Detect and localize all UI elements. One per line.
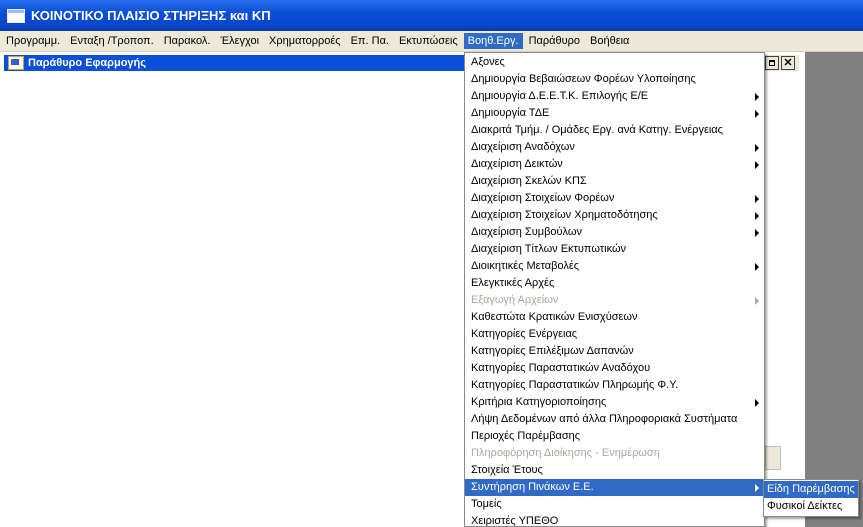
menu-item-20[interactable]: Κριτήρια Κατηγοριοποίησης (465, 394, 764, 411)
menu-item-7[interactable]: Διαχείριση Σκελών ΚΠΣ (465, 173, 764, 190)
menu-item-label: Κατηγορίες Ενέργειας (471, 328, 578, 340)
submenu-arrow-icon (755, 297, 759, 305)
menu-item-11[interactable]: Διαχείριση Τίτλων Εκτυπωτικών (465, 241, 764, 258)
scrollbar-fragment[interactable] (765, 446, 781, 470)
submenu-arrow-icon (755, 161, 759, 169)
menu-item-label: Στοιχεία Έτους (471, 464, 543, 476)
menu-item-label: Δημιουργία Βεβαιώσεων Φορέων Υλοποίησης (471, 73, 696, 85)
menu-item-label: Περιοχές Παρέμβασης (471, 430, 581, 442)
menu-item-3[interactable]: Δημιουργία ΤΔΕ (465, 105, 764, 122)
menubar-item-6[interactable]: Εκτυπώσεις (395, 33, 462, 49)
menubar-item-4[interactable]: Χρηματορροές (265, 33, 345, 49)
menu-item-label: Κατηγορίες Παραστατικών Αναδόχου (471, 362, 651, 374)
menu-item-26[interactable]: Τομείς (465, 496, 764, 513)
menubar-item-2[interactable]: Παρακολ. (160, 33, 215, 49)
menu-item-label: Δημιουργία Δ.Ε.Ε.Τ.Κ. Επιλογής Ε/Ε (471, 90, 649, 102)
menu-item-16[interactable]: Κατηγορίες Ενέργειας (465, 326, 764, 343)
menu-item-label: Κατηγορίες Παραστατικών Πληρωμής Φ.Υ. (471, 379, 679, 391)
menu-item-4[interactable]: Διακριτά Τμήμ. / Ομάδες Εργ. ανά Κατηγ. … (465, 122, 764, 139)
submenu-arrow-icon (755, 484, 759, 492)
menu-item-label: Τομείς (471, 498, 502, 510)
restore-window-button[interactable] (765, 56, 779, 70)
menubar-item-9[interactable]: Βοήθεια (586, 33, 633, 49)
menu-item-19[interactable]: Κατηγορίες Παραστατικών Πληρωμής Φ.Υ. (465, 377, 764, 394)
document-window-icon (8, 56, 24, 70)
menu-item-label: Κατηγορίες Επιλέξιμων Δαπανών (471, 345, 634, 357)
menu-item-12[interactable]: Διοικητικές Μεταβολές (465, 258, 764, 275)
mdi-child-title: Παράθυρο Εφαρμογής (28, 57, 146, 69)
menu-item-label: Διαχείριση Συμβούλων (471, 226, 582, 238)
menu-item-9[interactable]: Διαχείριση Στοιχείων Χρηματοδότησης (465, 207, 764, 224)
window-title: ΚΟΙΝΟΤΙΚΟ ΠΛΑΙΣΙΟ ΣΤΗΡΙΞΗΣ και ΚΠ (31, 8, 271, 23)
menubar-item-3[interactable]: Έλεγχοι (216, 33, 263, 49)
menu-item-6[interactable]: Διαχείριση Δεικτών (465, 156, 764, 173)
menu-item-21[interactable]: Λήψη Δεδομένων από άλλα Πληροφοριακά Συσ… (465, 411, 764, 428)
menu-item-label: Διαχείριση Σκελών ΚΠΣ (471, 175, 587, 187)
menu-item-2[interactable]: Δημιουργία Δ.Ε.Ε.Τ.Κ. Επιλογής Ε/Ε (465, 88, 764, 105)
menu-item-label: Διαχείριση Τίτλων Εκτυπωτικών (471, 243, 627, 255)
submenu-arrow-icon (755, 110, 759, 118)
window-title-bar[interactable]: ΚΟΙΝΟΤΙΚΟ ΠΛΑΙΣΙΟ ΣΤΗΡΙΞΗΣ και ΚΠ (0, 0, 863, 31)
close-window-button[interactable]: ✕ (781, 56, 795, 70)
menu-item-label: Αξονες (471, 56, 505, 68)
menu-item-label: Χειριστές ΥΠΕΘΟ (471, 515, 559, 527)
app-window-icon (7, 8, 25, 23)
menu-item-label: Διαχείριση Στοιχείων Χρηματοδότησης (471, 209, 658, 221)
menu-item-0[interactable]: Αξονες (465, 54, 764, 71)
submenu-arrow-icon (755, 399, 759, 407)
submenu-arrow-icon (755, 229, 759, 237)
menu-item-label: Καθεστώτα Κρατικών Ενισχύσεων (471, 311, 638, 323)
menu-item-label: Διοικητικές Μεταβολές (471, 260, 580, 272)
menu-item-label: Εξαγωγή Αρχείων (471, 294, 559, 306)
menu-item-13[interactable]: Ελεγκτικές Αρχές (465, 275, 764, 292)
submenu-arrow-icon (755, 212, 759, 220)
menu-item-1[interactable]: Δημιουργία Βεβαιώσεων Φορέων Υλοποίησης (465, 71, 764, 88)
mdi-background (805, 52, 863, 527)
menu-item-label: Ελεγκτικές Αρχές (471, 277, 555, 289)
submenu-item-1[interactable]: Φυσικοί Δείκτες (764, 498, 858, 515)
menu-item-25[interactable]: Συντήρηση Πινάκων Ε.Ε. (465, 479, 764, 496)
menu-item-5[interactable]: Διαχείριση Αναδόχων (465, 139, 764, 156)
menu-item-23: Πληροφόρηση Διοίκησης - Ενημέρωση (465, 445, 764, 462)
menubar-item-0[interactable]: Προγραμμ. (2, 33, 64, 49)
tools-dropdown-menu: Αξονες Δημιουργία Βεβαιώσεων Φορέων Υλοπο… (464, 52, 765, 527)
menu-item-label: Κριτήρια Κατηγοριοποίησης (471, 396, 607, 408)
menu-item-label: Διαχείριση Στοιχείων Φορέων (471, 192, 615, 204)
eu-tables-submenu: Είδη Παρέμβασης Φυσικοί Δείκτες (763, 479, 859, 517)
mdi-child-title-bar[interactable]: Παράθυρο Εφαρμογής (4, 55, 464, 71)
submenu-arrow-icon (755, 93, 759, 101)
menu-item-label: Διαχείριση Αναδόχων (471, 141, 575, 153)
menubar-item-5[interactable]: Επ. Πα. (347, 33, 393, 49)
submenu-arrow-icon (755, 144, 759, 152)
menubar-item-8[interactable]: Παράθυρο (525, 33, 584, 49)
submenu-arrow-icon (755, 195, 759, 203)
menu-item-18[interactable]: Κατηγορίες Παραστατικών Αναδόχου (465, 360, 764, 377)
menu-item-27[interactable]: Χειριστές ΥΠΕΘΟ (465, 513, 764, 527)
submenu-arrow-icon (755, 263, 759, 271)
submenu-item-0[interactable]: Είδη Παρέμβασης (764, 481, 858, 498)
menu-item-14: Εξαγωγή Αρχείων (465, 292, 764, 309)
menu-item-label: Λήψη Δεδομένων από άλλα Πληροφοριακά Συσ… (471, 413, 738, 425)
menu-item-17[interactable]: Κατηγορίες Επιλέξιμων Δαπανών (465, 343, 764, 360)
menu-bar: Προγραμμ. Ενταξη /Τροποπ. Παρακολ. Έλεγχοι Χ… (0, 31, 863, 52)
menu-item-label: Διακριτά Τμήμ. / Ομάδες Εργ. ανά Κατηγ. … (471, 124, 723, 136)
menu-item-label: Συντήρηση Πινάκων Ε.Ε. (471, 481, 594, 493)
menu-item-label: Δημιουργία ΤΔΕ (471, 107, 550, 119)
menubar-item-7[interactable]: Βοηθ.Εργ. (463, 33, 523, 49)
menu-item-24[interactable]: Στοιχεία Έτους (465, 462, 764, 479)
menu-item-label: Διαχείριση Δεικτών (471, 158, 563, 170)
menu-item-label: Πληροφόρηση Διοίκησης - Ενημέρωση (471, 447, 660, 459)
menu-item-15[interactable]: Καθεστώτα Κρατικών Ενισχύσεων (465, 309, 764, 326)
menu-item-8[interactable]: Διαχείριση Στοιχείων Φορέων (465, 190, 764, 207)
menu-item-22[interactable]: Περιοχές Παρέμβασης (465, 428, 764, 445)
menubar-item-1[interactable]: Ενταξη /Τροποπ. (66, 33, 158, 49)
menu-item-10[interactable]: Διαχείριση Συμβούλων (465, 224, 764, 241)
